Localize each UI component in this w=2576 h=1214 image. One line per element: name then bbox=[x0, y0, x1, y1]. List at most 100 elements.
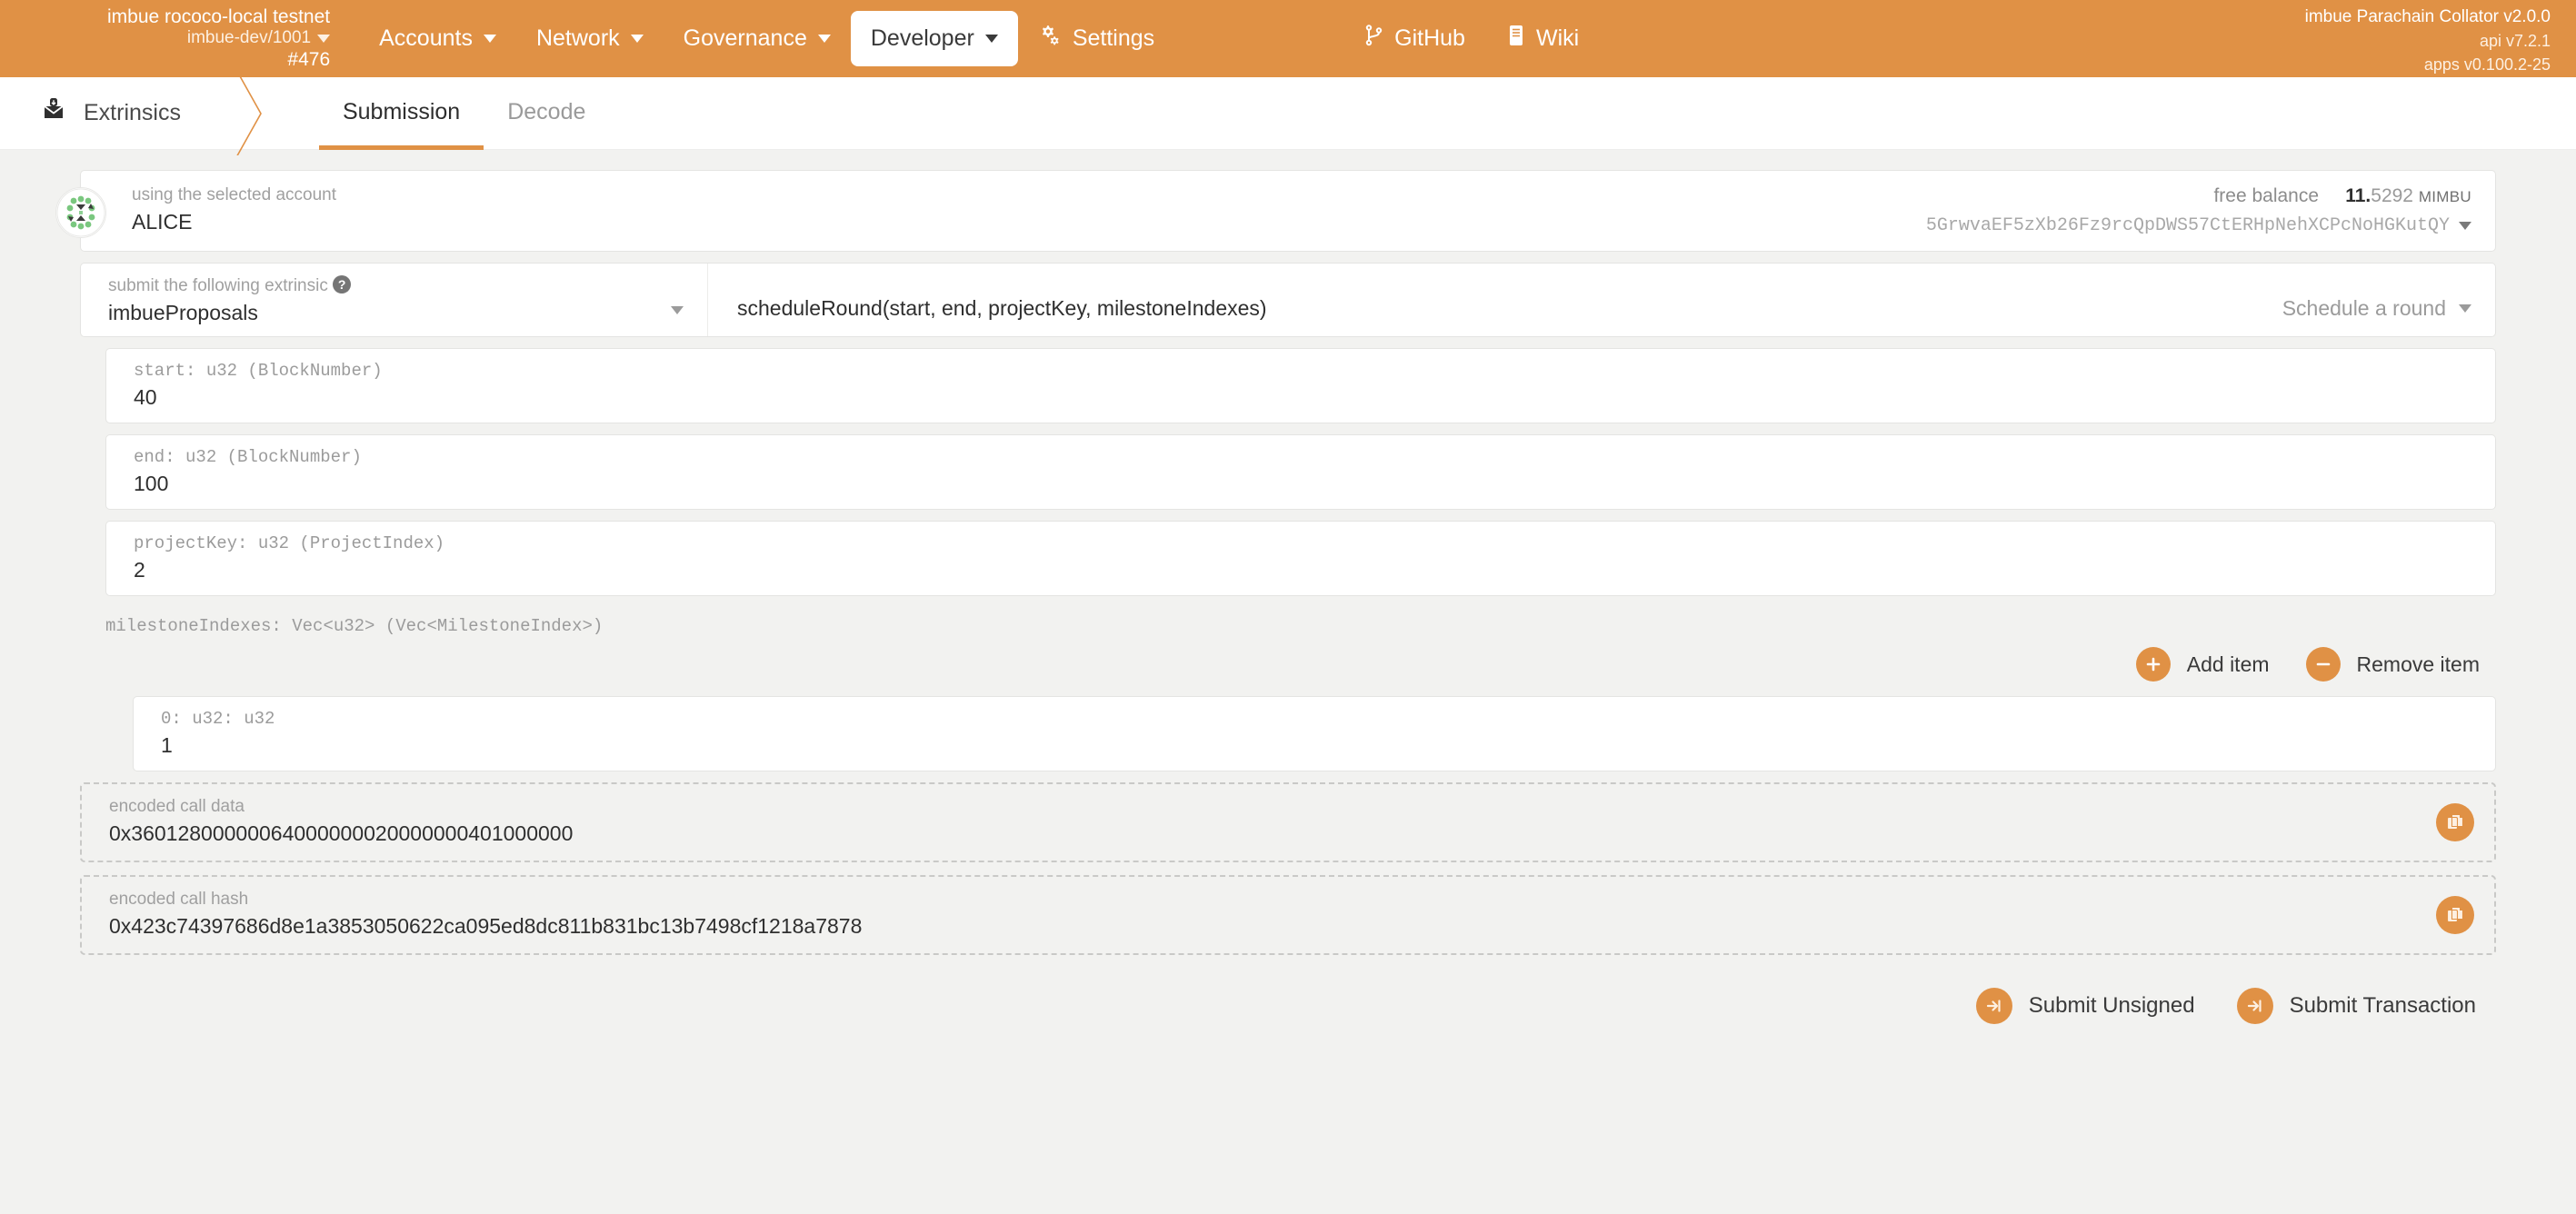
chain-name: imbue rococo-local testnet bbox=[107, 6, 330, 29]
encoded-call-hash: encoded call hash 0x423c74397686d8e1a385… bbox=[80, 875, 2496, 955]
chevron-down-icon bbox=[2459, 222, 2471, 230]
nav-item-label: Settings bbox=[1073, 25, 1154, 52]
encoded-call-hash-label: encoded call hash bbox=[109, 890, 2474, 910]
vector-item-controls: Add item Remove item bbox=[80, 642, 2496, 696]
submit-unsigned-label: Submit Unsigned bbox=[2029, 993, 2195, 1019]
sign-in-icon bbox=[2237, 988, 2273, 1024]
chevron-down-icon bbox=[631, 35, 644, 43]
chevron-down-icon bbox=[985, 35, 998, 43]
nav-item-settings[interactable]: Settings bbox=[1018, 9, 1174, 68]
chain-selector[interactable]: imbue rococo-local testnet imbue-dev/100… bbox=[107, 6, 330, 72]
param-label: start: u32 (BlockNumber) bbox=[134, 361, 2475, 381]
breadcrumb-label: Extrinsics bbox=[84, 100, 181, 126]
extrinsics-icon bbox=[40, 96, 67, 130]
nav-item-accounts[interactable]: Accounts bbox=[359, 11, 516, 66]
account-balance-block: free balance 11.5292 MIMBU 5GrwvaEF5zXb2… bbox=[1926, 185, 2471, 236]
tab-decode[interactable]: Decode bbox=[484, 78, 609, 150]
apps-version: apps v0.100.2-25 bbox=[2305, 54, 2551, 77]
nav-item-label: Developer bbox=[871, 25, 974, 52]
collator-version: imbue Parachain Collator v2.0.0 bbox=[2305, 5, 2551, 30]
chevron-down-icon bbox=[484, 35, 496, 43]
submit-unsigned-button[interactable]: Submit Unsigned bbox=[1976, 988, 2195, 1024]
balance-integer: 11. bbox=[2345, 185, 2371, 206]
github-icon bbox=[1365, 24, 1383, 54]
account-address[interactable]: 5GrwvaEF5zXb26Fz9rcQpDWS57CtERHpNehXCPcN… bbox=[1926, 215, 2471, 236]
remove-item-button[interactable]: Remove item bbox=[2306, 647, 2480, 682]
param-end[interactable]: end: u32 (BlockNumber) 100 bbox=[105, 434, 2496, 510]
link-wiki[interactable]: Wiki bbox=[1507, 24, 1579, 54]
balance-amount: 11.5292 bbox=[2345, 185, 2413, 206]
minus-icon bbox=[2306, 647, 2341, 682]
vector-item-0[interactable]: 0: u32: u32 1 bbox=[133, 696, 2496, 771]
pallet-select[interactable]: submit the following extrinsic ? imbuePr… bbox=[81, 264, 708, 336]
add-item-label: Add item bbox=[2187, 652, 2270, 677]
chain-spec-row: imbue-dev/1001 bbox=[107, 28, 330, 48]
chevron-down-icon bbox=[2459, 304, 2471, 313]
top-navigation-bar: imbue rococo-local testnet imbue-dev/100… bbox=[0, 0, 2576, 77]
param-projectkey[interactable]: projectKey: u32 (ProjectIndex) 2 bbox=[105, 521, 2496, 596]
link-github[interactable]: GitHub bbox=[1365, 24, 1465, 54]
link-label: GitHub bbox=[1394, 25, 1465, 52]
account-label: using the selected account bbox=[132, 185, 336, 205]
nav-item-governance[interactable]: Governance bbox=[664, 11, 851, 66]
balance-fraction: 5292 bbox=[2371, 185, 2413, 206]
vector-item-value: 1 bbox=[161, 733, 2475, 758]
account-row[interactable]: using the selected account ALICE free ba… bbox=[81, 171, 2495, 251]
encoded-call-data-value: 0x36012800000064000000020000000401000000 bbox=[109, 821, 2474, 846]
avatar bbox=[55, 187, 106, 238]
copy-icon[interactable] bbox=[2436, 896, 2474, 934]
chain-block-number: #476 bbox=[107, 49, 330, 72]
breadcrumb-separator bbox=[234, 77, 277, 149]
submit-transaction-button[interactable]: Submit Transaction bbox=[2237, 988, 2476, 1024]
param-milestoneindexes-label: milestoneIndexes: Vec<u32> (Vec<Mileston… bbox=[80, 607, 2496, 642]
tab-submission[interactable]: Submission bbox=[319, 78, 484, 150]
version-info: imbue Parachain Collator v2.0.0 api v7.2… bbox=[2305, 5, 2551, 76]
help-icon[interactable]: ? bbox=[333, 275, 351, 294]
external-links: GitHub Wiki bbox=[1365, 24, 1579, 54]
submit-actions: Submit Unsigned Submit Transaction bbox=[80, 968, 2496, 1024]
main-menu: Accounts Network Governance Developer bbox=[359, 9, 1174, 68]
method-select[interactable]: scheduleRound(start, end, projectKey, mi… bbox=[708, 264, 2495, 336]
param-label: end: u32 (BlockNumber) bbox=[134, 447, 2475, 467]
extrinsic-label-text: submit the following extrinsic bbox=[108, 276, 328, 295]
tab-list: Submission Decode bbox=[319, 77, 609, 149]
param-value: 40 bbox=[134, 385, 2475, 410]
plus-icon bbox=[2136, 647, 2171, 682]
method-description: Schedule a round bbox=[2282, 296, 2446, 321]
pallet-value: imbueProposals bbox=[108, 301, 687, 325]
address-text: 5GrwvaEF5zXb26Fz9rcQpDWS57CtERHpNehXCPcN… bbox=[1926, 215, 2450, 236]
nav-item-label: Accounts bbox=[379, 25, 473, 52]
param-start[interactable]: start: u32 (BlockNumber) 40 bbox=[105, 348, 2496, 423]
nav-item-label: Network bbox=[536, 25, 620, 52]
add-item-button[interactable]: Add item bbox=[2136, 647, 2270, 682]
balance-line: free balance 11.5292 MIMBU bbox=[1926, 185, 2471, 207]
sign-in-icon bbox=[1976, 988, 2012, 1024]
param-label: projectKey: u32 (ProjectIndex) bbox=[134, 533, 2475, 553]
api-version: api v7.2.1 bbox=[2305, 30, 2551, 54]
section-tab-bar: Extrinsics Submission Decode bbox=[0, 77, 2576, 150]
method-signature: scheduleRound(start, end, projectKey, mi… bbox=[737, 280, 1267, 321]
balance-label: free balance bbox=[2213, 185, 2319, 206]
gears-icon bbox=[1038, 24, 1062, 54]
nav-item-network[interactable]: Network bbox=[516, 11, 664, 66]
extrinsics-submission-form: using the selected account ALICE free ba… bbox=[0, 150, 2576, 1024]
encoded-call-data: encoded call data 0x36012800000064000000… bbox=[80, 782, 2496, 862]
encoded-call-hash-value: 0x423c74397686d8e1a3853050622ca095ed8dc8… bbox=[109, 914, 2474, 939]
breadcrumb: Extrinsics bbox=[0, 77, 234, 149]
nav-item-label: Governance bbox=[684, 25, 807, 52]
remove-item-label: Remove item bbox=[2357, 652, 2480, 677]
account-value: ALICE bbox=[132, 210, 336, 234]
chain-spec: imbue-dev/1001 bbox=[187, 28, 311, 48]
extrinsic-card: submit the following extrinsic ? imbuePr… bbox=[80, 263, 2496, 337]
copy-icon[interactable] bbox=[2436, 803, 2474, 841]
chevron-down-icon bbox=[671, 306, 684, 314]
extrinsic-label: submit the following extrinsic ? bbox=[108, 275, 687, 296]
submit-transaction-label: Submit Transaction bbox=[2290, 993, 2476, 1019]
tab-label: Submission bbox=[343, 99, 460, 125]
nav-item-developer[interactable]: Developer bbox=[851, 11, 1018, 66]
encoded-call-data-label: encoded call data bbox=[109, 797, 2474, 817]
extrinsic-row: submit the following extrinsic ? imbuePr… bbox=[81, 264, 2495, 336]
book-icon bbox=[1507, 24, 1525, 54]
link-label: Wiki bbox=[1536, 25, 1579, 52]
param-value: 100 bbox=[134, 472, 2475, 496]
